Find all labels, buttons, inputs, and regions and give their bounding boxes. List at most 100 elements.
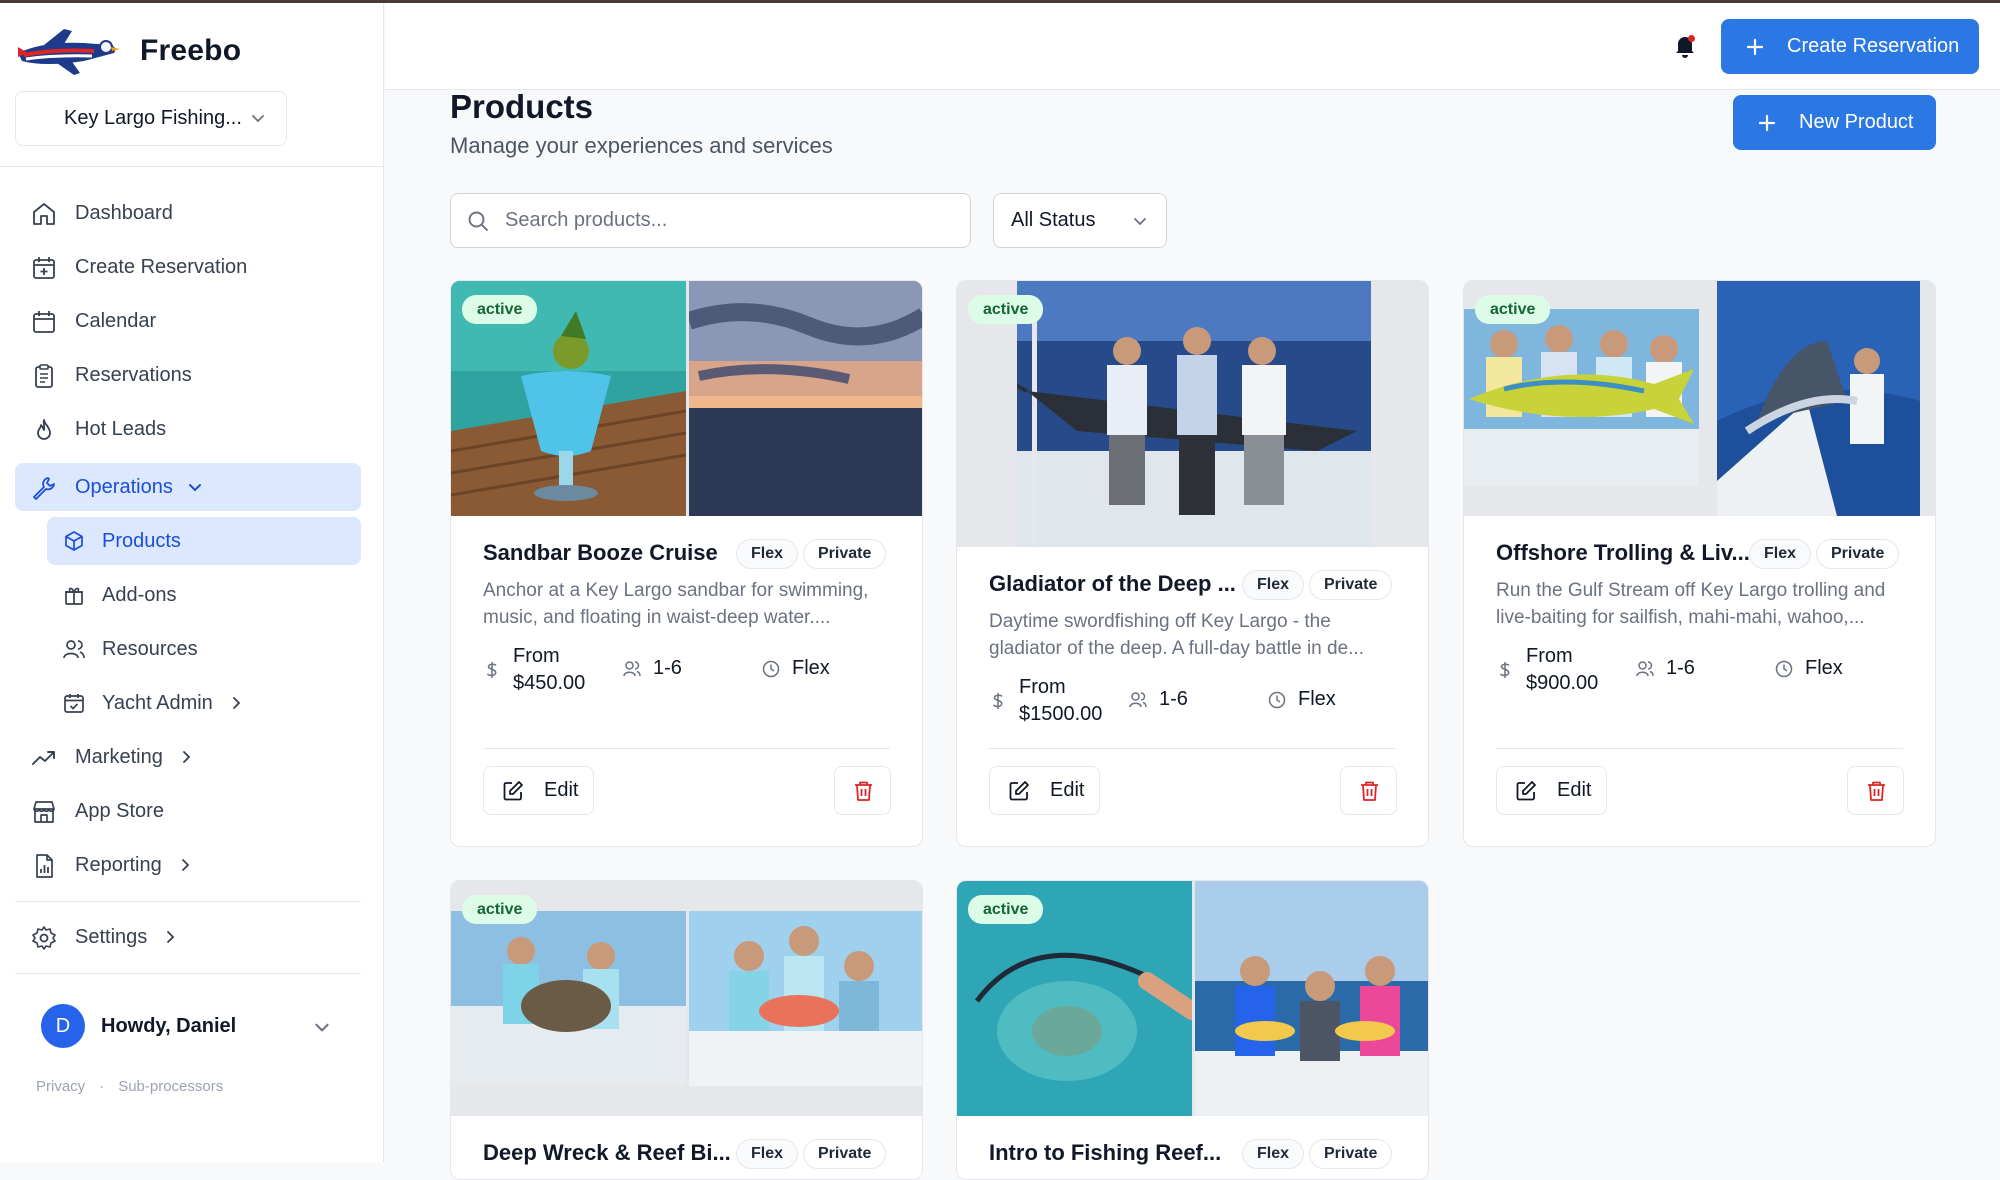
dollar-icon [992, 693, 1003, 709]
delete-button[interactable] [834, 766, 891, 815]
home-icon [33, 203, 55, 225]
sidebar-item-operations[interactable]: Operations [15, 463, 361, 511]
description-line: live-baiting for sailfish, mahi-mahi, wa… [1496, 607, 1865, 628]
price-wrap: From $900.00 [1526, 643, 1598, 697]
sidebar-subitem-resources[interactable]: Resources [47, 625, 361, 673]
wrench-icon [33, 477, 55, 500]
product-card: active Gladiator of the Deep ... Flex Pr… [956, 280, 1429, 847]
notification-bell-icon[interactable] [1672, 33, 1698, 59]
chevron-down-icon [188, 484, 201, 492]
product-image[interactable]: active [957, 881, 1428, 1116]
capacity-value: 1-6 [1666, 657, 1695, 679]
swordfish-catch-photo [1017, 281, 1371, 547]
sidebar-item-dashboard[interactable]: Dashboard [15, 189, 361, 237]
user-menu[interactable]: D Howdy, Daniel [15, 998, 361, 1054]
sidebar-subitem-label-wrap: Yacht Admin [102, 692, 243, 715]
price-value: $450.00 [513, 672, 586, 694]
price-from: From [513, 645, 560, 667]
clock-icon [762, 660, 780, 677]
tag-flex: Flex [736, 539, 799, 569]
sunset-photo [689, 281, 922, 516]
description-line: Daytime swordfishing off Key Largo - the [989, 611, 1331, 632]
product-description: Daytime swordfishing off Key Largo - the… [989, 608, 1409, 662]
sidebar-item-label-wrap: Operations [75, 476, 203, 499]
sidebar-divider [15, 973, 361, 974]
sidebar-item-marketing[interactable]: Marketing [15, 733, 361, 781]
report-icon [36, 854, 53, 878]
grouper-catch-photo [451, 911, 686, 1086]
sidebar-item-app-store[interactable]: App Store [15, 787, 361, 835]
sidebar-item-label: Operations [75, 475, 173, 498]
avatar: D [41, 1004, 85, 1048]
sidebar-item-create-reservation[interactable]: Create Reservation [15, 243, 361, 291]
brand[interactable]: Freebo [14, 23, 241, 79]
product-capacity: 1-6 [623, 657, 682, 680]
product-duration: Flex [1268, 688, 1336, 711]
search-input[interactable] [505, 194, 955, 247]
edit-label: Edit [1557, 779, 1592, 801]
legal-links: Privacy · Sub-processors [36, 1078, 223, 1095]
mahi-catch-photo [1464, 309, 1699, 486]
sidebar-item-reporting[interactable]: Reporting [15, 841, 361, 889]
edit-button[interactable]: Edit [483, 766, 594, 815]
status-badge: active [1475, 295, 1551, 324]
sidebar-item-hot-leads[interactable]: Hot Leads [15, 405, 361, 453]
trash-icon [855, 781, 872, 801]
product-image[interactable]: active [451, 881, 922, 1116]
price-value: $900.00 [1526, 672, 1599, 694]
sidebar-subitem-products[interactable]: Products [47, 517, 361, 565]
edit-button[interactable]: Edit [1496, 766, 1607, 815]
sidebar-item-label-wrap: Marketing [75, 746, 193, 769]
sidebar-item-calendar[interactable]: Calendar [15, 297, 361, 345]
tag-flex: Flex [1242, 570, 1305, 600]
privacy-link[interactable]: Privacy [36, 1078, 85, 1095]
duration-value: Flex [792, 657, 830, 679]
product-card: active Intro to Fishing Reef... Flex Pri… [956, 880, 1429, 1180]
product-image[interactable]: active [957, 281, 1428, 547]
create-reservation-button[interactable]: Create Reservation [1721, 19, 1979, 74]
capacity-value: 1-6 [1159, 688, 1188, 710]
chevron-down-icon [315, 1023, 329, 1032]
subprocessors-link[interactable]: Sub-processors [118, 1078, 223, 1095]
product-title: Sandbar Booze Cruise [483, 540, 718, 565]
description-line: Run the Gulf Stream off Key Largo trolli… [1496, 580, 1886, 601]
sidebar-divider [15, 901, 361, 902]
page-subtitle: Manage your experiences and services [450, 133, 833, 158]
new-product-button[interactable]: New Product [1733, 95, 1936, 150]
organization-selector[interactable]: Key Largo Fishing... [15, 91, 287, 146]
sidebar-item-settings[interactable]: Settings [15, 913, 361, 961]
sidebar-subitem-yacht-admin[interactable]: Yacht Admin [47, 679, 361, 727]
price-from: From [1526, 645, 1573, 667]
card-separator [1496, 748, 1903, 749]
price-value: $1500.00 [1019, 703, 1103, 725]
product-image[interactable]: active [451, 281, 922, 516]
dollar-icon [1499, 662, 1510, 678]
tag-private: Private [1816, 539, 1900, 569]
product-image[interactable]: active [1464, 281, 1935, 516]
status-badge: active [462, 295, 538, 324]
box-icon [65, 531, 83, 551]
calendar-plus-icon [33, 257, 55, 279]
status-badge: active [968, 295, 1044, 324]
delete-button[interactable] [1340, 766, 1397, 815]
tag-flex: Flex [736, 1139, 799, 1169]
snapper-catch-photo [689, 911, 922, 1086]
sidebar-item-label: Hot Leads [75, 417, 167, 440]
status-filter-select[interactable]: All Status [993, 193, 1167, 248]
calendar-check-icon [64, 694, 84, 713]
edit-icon [503, 780, 523, 800]
price-wrap: From $1500.00 [1019, 674, 1102, 728]
delete-button[interactable] [1847, 766, 1904, 815]
sidebar-subitem-add-ons[interactable]: Add-ons [47, 571, 361, 619]
sidebar-item-reservations[interactable]: Reservations [15, 351, 361, 399]
capacity-value: 1-6 [653, 657, 682, 679]
tag-flex: Flex [1749, 539, 1812, 569]
edit-button[interactable]: Edit [989, 766, 1100, 815]
plus-icon [1746, 38, 1764, 55]
gift-icon [65, 587, 83, 605]
product-search [450, 193, 971, 248]
top-header: Create Reservation [385, 3, 2000, 90]
users-icon [623, 660, 641, 676]
legal-separator: · [99, 1078, 105, 1095]
sidebar-subitem-label: Products [102, 529, 181, 552]
